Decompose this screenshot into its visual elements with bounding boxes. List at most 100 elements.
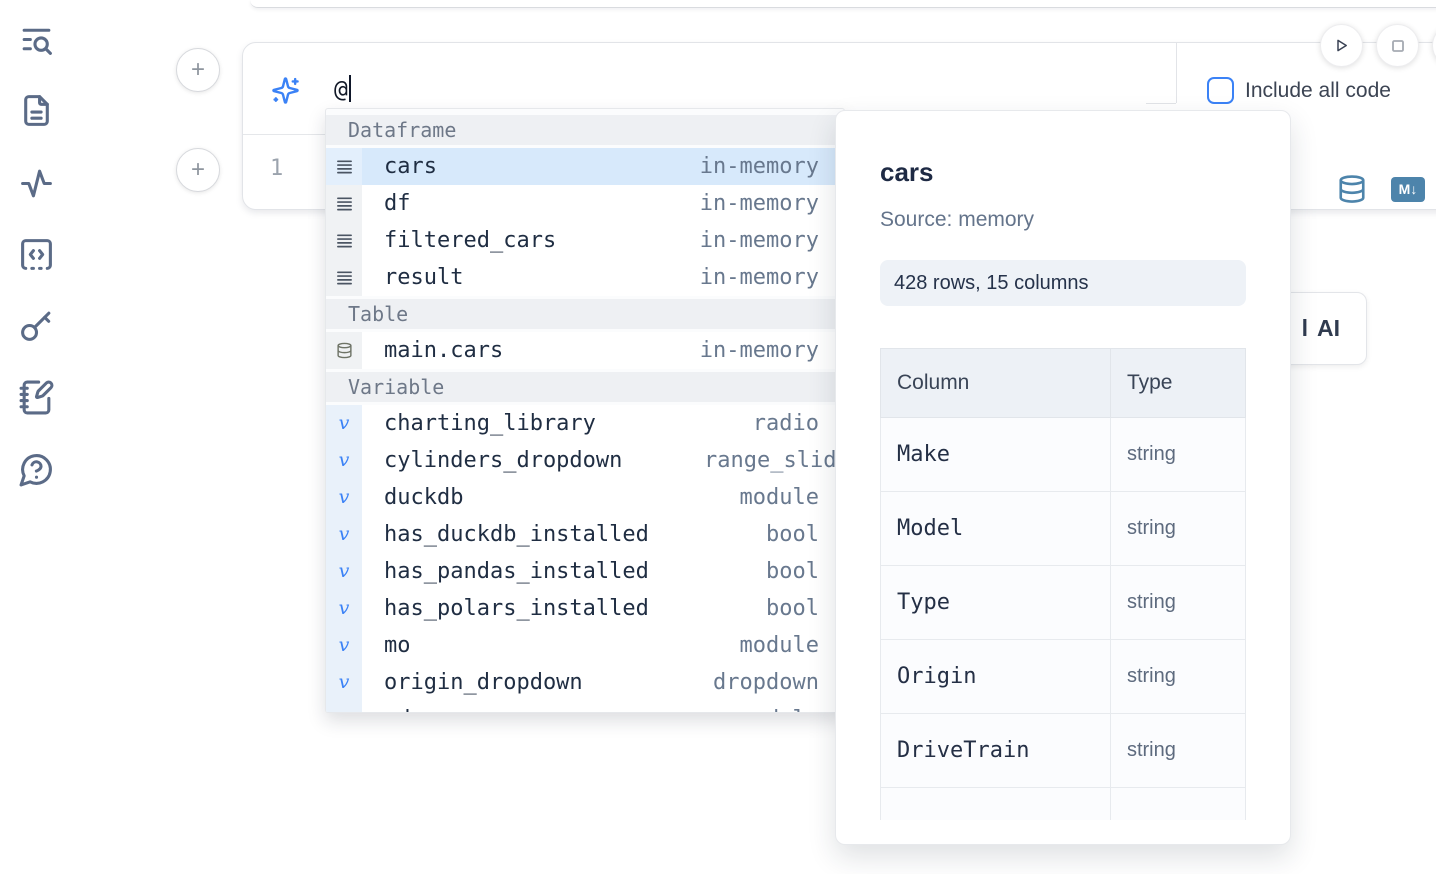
autocomplete-item-has_duckdb_installed[interactable]: vhas_duckdb_installed bool — [326, 516, 844, 553]
schema-table-wrap: Column Type MakestringModelstringTypestr… — [880, 348, 1246, 820]
completion-type: range_slider — [704, 442, 845, 479]
completion-type: radio — [753, 405, 844, 442]
completion-type: bool — [766, 516, 844, 553]
completion-name: filtered_cars — [362, 222, 556, 259]
autocomplete-popup: Dataframecarsin-memorydfin-memoryfiltere… — [325, 108, 845, 713]
database-icon — [326, 332, 362, 369]
schema-column-name: Model — [881, 492, 1111, 566]
completion-type: in-memory — [700, 185, 844, 222]
completion-name: cylinders_dropdown — [362, 442, 622, 479]
previous-cell-edge — [250, 0, 1436, 8]
ai-button-label: AI — [1317, 315, 1340, 342]
autocomplete-item-mo[interactable]: vmomodule — [326, 627, 844, 664]
autocomplete-item-main.cars[interactable]: main.carsin-memory — [326, 332, 844, 369]
completion-type: module — [740, 627, 844, 664]
database-icon[interactable] — [1337, 171, 1367, 207]
autocomplete-item-result[interactable]: result in-memory — [326, 259, 844, 296]
completion-type: in-memory — [700, 332, 844, 369]
completion-type: bool — [766, 590, 844, 627]
notebook-pen-icon[interactable] — [18, 379, 55, 416]
autocomplete-item-cylinders_dropdown[interactable]: vcylinders_dropdown range_slider — [326, 442, 844, 479]
rows-icon — [326, 185, 362, 222]
code-snippet-icon[interactable] — [18, 236, 55, 273]
prompt-divider — [1176, 43, 1177, 103]
schema-header-type: Type — [1110, 349, 1245, 418]
completion-name: has_pandas_installed — [362, 553, 649, 590]
autocomplete-item-pd[interactable]: vpdmodule — [326, 701, 844, 713]
completion-type: module — [740, 701, 844, 713]
autocomplete-item-filtered_cars[interactable]: filtered_cars in-memory — [326, 222, 844, 259]
completion-name: duckdb — [362, 479, 463, 516]
completion-name: has_duckdb_installed — [362, 516, 649, 553]
autocomplete-item-has_polars_installed[interactable]: vhas_polars_installedbool — [326, 590, 844, 627]
schema-column-type: string — [1110, 640, 1245, 714]
schema-column-name — [881, 788, 1111, 821]
autocomplete-item-origin_dropdown[interactable]: vorigin_dropdown dropdown — [326, 664, 844, 701]
file-text-icon[interactable] — [18, 92, 55, 129]
completion-name: df — [362, 185, 411, 222]
schema-row: DriveTrainstring — [881, 714, 1246, 788]
stop-cell-button[interactable] — [1376, 24, 1419, 67]
text-cursor — [349, 75, 351, 102]
include-all-code-label[interactable]: Include all code — [1245, 79, 1391, 103]
schema-column-type: string — [1110, 492, 1245, 566]
markdown-export-icon[interactable]: M↓ — [1391, 177, 1425, 202]
v-icon: v — [326, 516, 362, 553]
key-icon[interactable] — [18, 307, 55, 344]
v-icon: v — [326, 479, 362, 516]
extra-control-button[interactable] — [1432, 24, 1436, 67]
activity-icon[interactable] — [18, 165, 55, 202]
schema-row — [881, 788, 1246, 821]
autocomplete-item-cars[interactable]: carsin-memory — [326, 148, 844, 185]
schema-table-body: MakestringModelstringTypestringOriginstr… — [881, 418, 1246, 821]
schema-column-type: string — [1110, 418, 1245, 492]
stop-icon — [1388, 36, 1408, 56]
schema-column-name: DriveTrain — [881, 714, 1111, 788]
autocomplete-section-header: Dataframe — [326, 115, 844, 145]
rows-icon — [326, 222, 362, 259]
schema-column-type — [1110, 788, 1245, 821]
add-cell-button-bottom[interactable]: + — [176, 148, 220, 192]
autocomplete-item-charting_library[interactable]: vcharting_libraryradio — [326, 405, 844, 442]
completion-name: result — [362, 259, 463, 296]
schema-column-type: string — [1110, 714, 1245, 788]
marimo-notebook: { "colors": { "accent_blue": "#3b82f6", … — [0, 0, 1436, 874]
add-cell-button-top[interactable]: + — [176, 48, 220, 92]
completion-type: in-memory — [700, 222, 844, 259]
v-icon: v — [326, 553, 362, 590]
completion-type: module — [740, 479, 844, 516]
help-chat-icon[interactable] — [18, 451, 55, 488]
schema-table: Column Type MakestringModelstringTypestr… — [880, 348, 1246, 820]
v-icon: v — [326, 442, 362, 479]
completion-type: bool — [766, 553, 844, 590]
schema-header-column: Column — [881, 349, 1111, 418]
preview-source: Source: memory — [880, 208, 1246, 232]
ai-prompt-input[interactable]: @ — [334, 75, 351, 103]
completion-type: dropdown — [713, 664, 844, 701]
autocomplete-item-duckdb[interactable]: vduckdb module — [326, 479, 844, 516]
completion-name: origin_dropdown — [362, 664, 583, 701]
autocomplete-item-has_pandas_installed[interactable]: vhas_pandas_installed bool — [326, 553, 844, 590]
rows-icon — [326, 148, 362, 185]
line-number: 1 — [270, 156, 283, 181]
sparkles-icon — [271, 76, 300, 105]
schema-column-name: Origin — [881, 640, 1111, 714]
list-search-icon[interactable] — [18, 21, 55, 58]
ai-button-clipped-text: l — [1302, 315, 1308, 342]
completion-type: in-memory — [700, 259, 844, 296]
v-icon: v — [326, 664, 362, 701]
include-all-code-checkbox[interactable] — [1207, 77, 1234, 104]
v-icon: v — [326, 405, 362, 442]
autocomplete-item-df[interactable]: df in-memory — [326, 185, 844, 222]
schema-column-name: Make — [881, 418, 1111, 492]
run-cell-button[interactable] — [1320, 24, 1363, 67]
preview-title: cars — [880, 157, 1246, 188]
activity-sidebar — [0, 0, 72, 874]
v-icon: v — [326, 590, 362, 627]
rows-icon — [326, 259, 362, 296]
autocomplete-section-header: Variable — [326, 372, 844, 402]
play-icon — [1331, 35, 1352, 56]
schema-row: Typestring — [881, 566, 1246, 640]
dataframe-preview-panel: cars Source: memory 428 rows, 15 columns… — [835, 110, 1291, 845]
completion-name: cars — [362, 148, 437, 185]
